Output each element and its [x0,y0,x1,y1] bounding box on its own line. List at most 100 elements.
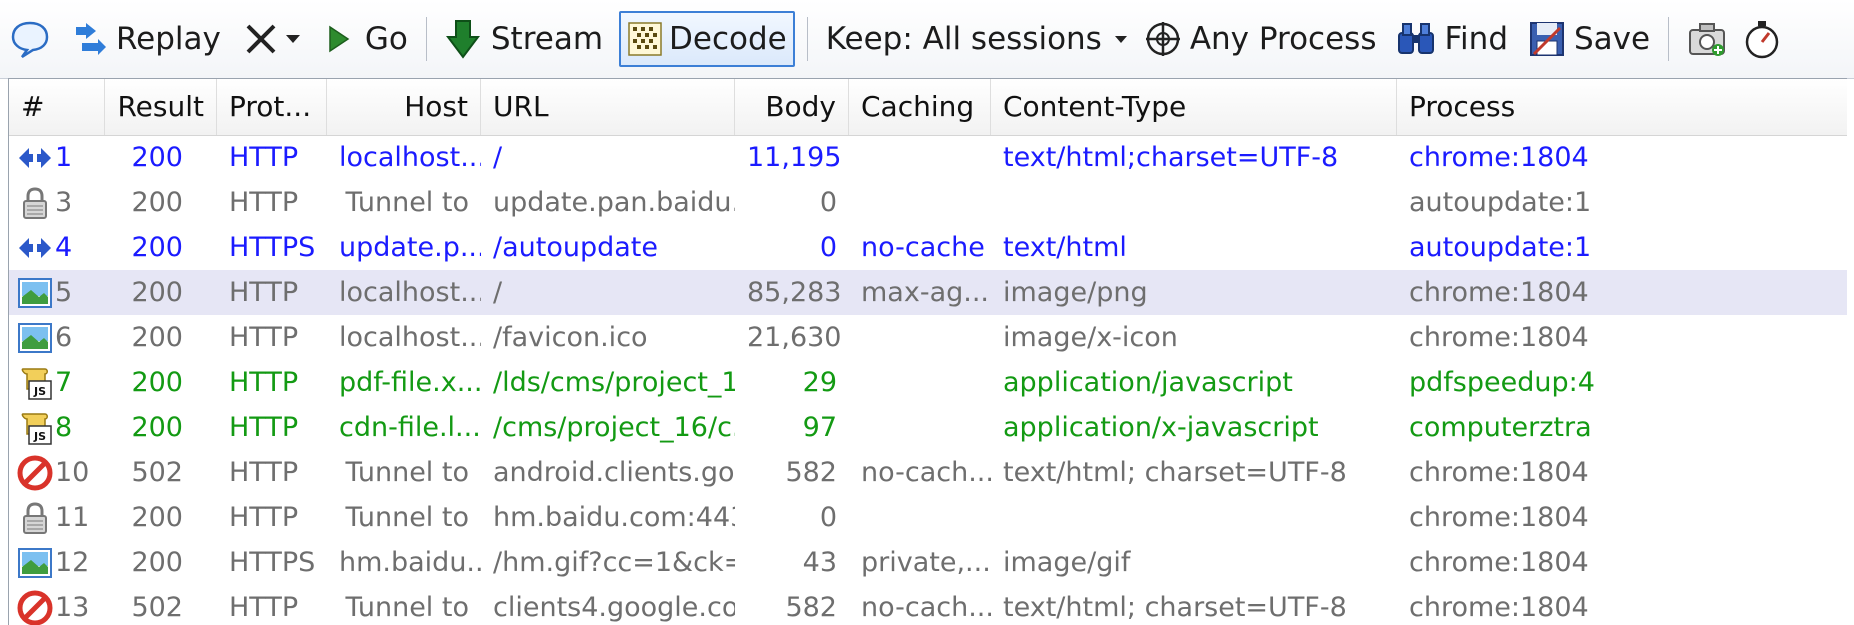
decode-icon [628,22,662,56]
cell-content-type: image/gif [1003,547,1131,578]
cell-host: Tunnel to [345,187,469,218]
session-row[interactable]: 11 200 HTTP Tunnel to hm.baidu.com:443 0 chrom… [9,495,1847,540]
session-row[interactable]: 6 200 HTTP localhost... /favicon.ico 21,630 im… [9,315,1847,360]
x-icon [246,24,276,54]
cell-url: /hm.gif?cc=1&ck=... [493,547,735,578]
cell-process: computerztra [1409,412,1592,443]
timer-button[interactable] [1737,11,1787,67]
stream-label: Stream [490,21,604,57]
go-button[interactable]: Go [321,11,414,67]
remove-button[interactable] [237,11,307,67]
cell-caching [849,135,991,180]
decode-button[interactable]: Decode [619,11,795,67]
cell-content-type: image/x-icon [1003,322,1178,353]
session-row[interactable]: 4 200 HTTPS update.p... /autoupdate 0 no-cache… [9,225,1847,270]
find-button[interactable]: Find [1390,11,1514,67]
cell-num: 12 [55,547,90,578]
cell-protocol: HTTP [229,502,299,533]
cell-protocol: HTTP [229,592,299,623]
cell-num: 4 [55,232,73,263]
cell-content-type: image/png [1003,277,1148,308]
cell-caching: no-cach... [861,592,991,623]
cell-caching: private,... [861,547,991,578]
column-header-process[interactable]: Process [1397,79,1847,135]
session-row[interactable]: 1 200 HTTP localhost... / 11,195 text/html;cha… [9,135,1847,180]
cell-protocol: HTTP [229,142,299,173]
cell-url: clients4.google.co... [493,592,735,623]
cell-host: Tunnel to [345,592,469,623]
cell-host: Tunnel to [345,457,469,488]
cell-process: autoupdate:1 [1409,232,1592,263]
cell-num: 10 [55,457,90,488]
process-filter-button[interactable]: Any Process [1138,11,1383,67]
cell-url: /favicon.ico [493,322,648,353]
session-row[interactable]: 10 502 HTTP Tunnel to android.clients.go... 5… [9,450,1847,495]
session-list: # Result Prot... Host URL Body Caching C… [8,78,1847,625]
cell-content-type: application/x-javascript [1003,412,1319,443]
column-header-body[interactable]: Body [735,79,849,135]
cell-url: /autoupdate [493,232,658,263]
dropdown-arrow-icon [1114,35,1127,43]
session-row[interactable]: JS 8 200 HTTP cdn-file.l... /cms/project_16/c… [9,405,1847,450]
cell-num: 5 [55,277,73,308]
svg-text:JS: JS [33,385,46,398]
error-icon [17,590,53,625]
cell-url: android.clients.go... [493,457,735,488]
keep-sessions-dropdown[interactable]: Keep: All sessions [820,11,1134,67]
cell-result: 200 [131,502,183,533]
cell-content-type [991,180,1397,225]
replay-icon [76,23,106,55]
play-icon [329,25,350,53]
cell-host: update.p... [339,232,481,263]
column-header-num[interactable]: # [9,79,105,135]
stream-button[interactable]: Stream [439,11,609,67]
cell-caching: no-cach... [861,457,991,488]
cell-body: 582 [785,457,837,488]
cell-body: 21,630 [747,322,842,353]
comment-button[interactable] [0,11,56,67]
session-row[interactable]: 3 200 HTTP Tunnel to update.pan.baidu... 0 aut… [9,180,1847,225]
column-header-url[interactable]: URL [481,79,735,135]
cell-body: 11,195 [747,142,842,173]
cell-host: pdf-file.x... [339,367,481,398]
save-button[interactable]: Save [1522,11,1656,67]
cell-body: 0 [819,502,837,533]
process-filter-label: Any Process [1189,21,1377,57]
cell-num: 3 [55,187,73,218]
save-label: Save [1574,21,1651,57]
cell-host: localhost... [339,277,481,308]
lock-icon [17,185,53,221]
cell-num: 11 [55,502,90,533]
cell-process: autoupdate:1 [1409,187,1592,218]
keep-sessions-label: Keep: All sessions [825,21,1102,57]
column-header-content-type[interactable]: Content-Type [991,79,1397,135]
column-header-result[interactable]: Result [105,79,217,135]
session-row[interactable]: 13 502 HTTP Tunnel to clients4.google.co... 5… [9,585,1847,625]
cell-protocol: HTTPS [229,232,316,263]
cell-content-type: text/html; charset=UTF-8 [1003,592,1347,623]
column-header-host[interactable]: Host [327,79,481,135]
cell-process: chrome:1804 [1409,142,1589,173]
screenshot-button[interactable] [1681,11,1733,67]
replay-button[interactable]: Replay [66,11,227,67]
cell-result: 200 [131,367,183,398]
go-label: Go [364,21,408,57]
column-header-protocol[interactable]: Prot... [217,79,327,135]
cell-num: 6 [55,322,73,353]
cell-url: / [493,142,503,173]
session-row[interactable]: JS 7 200 HTTP pdf-file.x... /lds/cms/project_… [9,360,1847,405]
cell-caching [849,315,991,360]
dropdown-arrow-icon[interactable] [285,34,301,44]
cell-process: chrome:1804 [1409,502,1589,533]
cell-result: 200 [131,547,183,578]
column-header-caching[interactable]: Caching [849,79,991,135]
cell-body: 43 [802,547,837,578]
cell-caching [849,360,991,405]
cell-caching: no-cache [861,232,985,263]
cell-host: cdn-file.l... [339,412,481,443]
session-row[interactable]: 5 200 HTTP localhost... / 85,283 max-ag... imag… [9,270,1847,315]
session-row[interactable]: 12 200 HTTPS hm.baidu... /hm.gif?cc=1&ck=...… [9,540,1847,585]
cell-caching [849,405,991,450]
cell-host: localhost... [339,142,481,173]
html-arrows-icon [17,140,53,176]
